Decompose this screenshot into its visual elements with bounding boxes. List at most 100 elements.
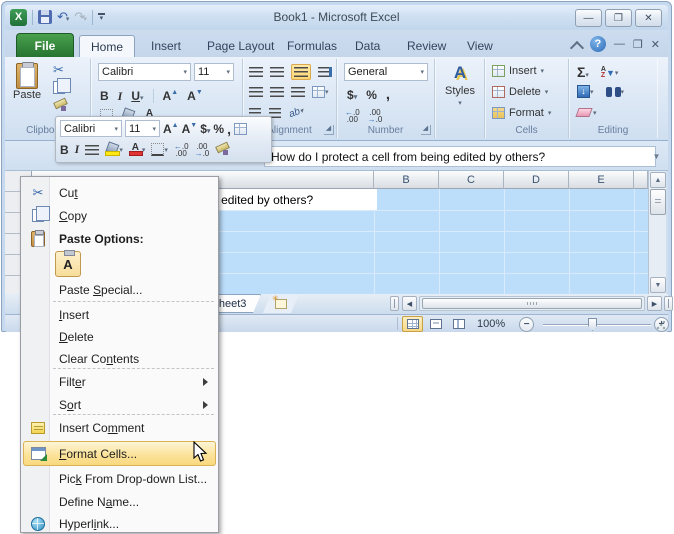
zoom-level[interactable]: 100% [477, 318, 505, 330]
scroll-right-icon[interactable]: ▶ [647, 296, 662, 311]
menu-item-copy[interactable]: Copy [23, 204, 216, 227]
italic-button[interactable]: I [118, 89, 123, 104]
number-format-combo[interactable]: General ▾ [344, 63, 428, 81]
mini-italic-button[interactable]: I [75, 142, 80, 157]
column-header-e[interactable]: E [569, 171, 634, 189]
cut-icon[interactable]: ✂ [53, 63, 69, 76]
copy-button[interactable]: ▾ [53, 78, 71, 94]
paste-button[interactable]: Paste [13, 62, 41, 101]
mini-merge-center-icon[interactable] [233, 122, 247, 135]
minimize-button[interactable]: — [575, 9, 602, 27]
scroll-left-icon[interactable]: ◀ [402, 296, 417, 311]
tab-home[interactable]: Home [79, 35, 135, 57]
scroll-up-icon[interactable]: ▲ [650, 172, 666, 188]
help-icon[interactable]: ? [589, 36, 606, 52]
mini-fill-color-button[interactable]: ▾ [105, 143, 123, 156]
align-middle-icon[interactable] [270, 67, 284, 77]
mini-bold-button[interactable]: B [60, 143, 69, 157]
autosum-button[interactable]: Σ▾ [577, 64, 589, 82]
grow-font-button[interactable]: A▲ [163, 89, 179, 103]
menu-item-delete[interactable]: Delete [23, 325, 216, 348]
bold-button[interactable]: B [100, 89, 109, 103]
menu-item-insert[interactable]: Insert [23, 303, 216, 326]
menu-item-define-name[interactable]: Define Name... [23, 490, 216, 513]
horizontal-scroll-thumb[interactable] [422, 298, 642, 309]
mini-font-size-combo[interactable]: 11 ▾ [125, 120, 160, 137]
align-left-icon[interactable] [249, 87, 263, 97]
formula-input[interactable]: How do I protect a cell from being edite… [264, 146, 656, 167]
mini-center-align-icon[interactable] [85, 144, 100, 155]
page-break-view-button[interactable] [448, 316, 469, 332]
zoom-slider-track[interactable] [543, 324, 651, 326]
sort-filter-button[interactable]: A Z ▼ ▾ [601, 66, 619, 79]
find-select-button[interactable]: ▾ [605, 86, 624, 97]
align-right-icon[interactable] [291, 87, 305, 97]
column-header-d[interactable]: D [504, 171, 569, 189]
collapse-ribbon-icon[interactable] [572, 41, 582, 47]
insert-cells-button[interactable]: Insert ▾ [492, 65, 544, 77]
mini-shrink-font-button[interactable]: A▼ [182, 122, 198, 136]
page-layout-view-button[interactable] [425, 316, 446, 332]
percent-button[interactable]: % [366, 88, 377, 102]
column-header-c[interactable]: C [439, 171, 504, 189]
clear-icon[interactable] [575, 108, 593, 117]
normal-view-button[interactable] [402, 316, 423, 332]
zoom-slider-thumb[interactable] [588, 318, 597, 331]
restore-button[interactable]: ❐ [605, 9, 632, 27]
mini-percent-button[interactable]: % [213, 122, 224, 136]
zoom-out-button[interactable]: − [519, 317, 534, 332]
paste-keep-text-button[interactable]: A [55, 250, 81, 277]
font-size-combo[interactable]: 11 ▾ [194, 63, 234, 81]
fill-button[interactable]: ↓ ▾ [577, 85, 594, 98]
menu-item-cut[interactable]: ✂ Cut [23, 181, 216, 204]
menu-item-paste-special[interactable]: Paste Special... [23, 278, 216, 301]
orientation-button[interactable]: ab▾ [288, 105, 306, 120]
workbook-minimize-icon[interactable]: — [614, 38, 625, 50]
shrink-font-button[interactable]: A▼ [187, 89, 203, 103]
resize-grip[interactable] [656, 320, 666, 330]
close-button[interactable]: ✕ [635, 9, 662, 27]
menu-item-format-cells[interactable]: Format Cells... [23, 442, 216, 465]
number-dialog-launcher[interactable]: ◢ [421, 125, 431, 135]
menu-item-filter[interactable]: Filter [23, 370, 216, 393]
workbook-restore-icon[interactable]: ❐ [633, 38, 643, 51]
format-cells-button[interactable]: Format ▾ [492, 107, 551, 119]
tab-data[interactable]: Data [345, 35, 390, 57]
align-center-icon[interactable] [270, 87, 284, 97]
mini-format-painter-icon[interactable] [215, 143, 229, 156]
tab-review[interactable]: Review [397, 35, 456, 57]
increase-decimal-icon[interactable]: ←.0.00 [345, 109, 360, 124]
styles-button[interactable]: A Styles ▾ [440, 63, 480, 107]
column-header-partial[interactable] [634, 171, 648, 189]
alignment-dialog-launcher[interactable]: ◢ [324, 125, 334, 135]
expand-formula-bar-icon[interactable]: ▼ [649, 148, 664, 165]
format-painter-icon[interactable] [53, 99, 66, 112]
currency-button[interactable]: $▾ [347, 88, 357, 102]
decrease-decimal-icon[interactable]: .00 →.0 [368, 109, 383, 124]
tab-view[interactable]: View [457, 35, 503, 57]
scroll-down-icon[interactable]: ▼ [650, 277, 666, 293]
font-name-combo[interactable]: Calibri ▾ [98, 63, 191, 81]
tab-file[interactable]: File [16, 33, 74, 57]
wrap-text-icon[interactable] [318, 67, 332, 77]
title-bar[interactable]: X ↶▾ ↷▾ ▾ Book1 - Microsoft Excel — ❐ ✕ [5, 5, 668, 30]
scrollbar-split-handle[interactable] [664, 296, 673, 311]
menu-item-insert-comment[interactable]: Insert Comment [23, 416, 216, 439]
tab-page-layout[interactable]: Page Layout [197, 35, 284, 57]
tab-formulas[interactable]: Formulas [277, 35, 347, 57]
mini-font-name-combo[interactable]: Calibri ▾ [60, 120, 122, 137]
tab-split-handle[interactable] [390, 296, 399, 311]
tab-insert[interactable]: Insert [141, 35, 191, 57]
mini-grow-font-button[interactable]: A▲ [163, 122, 179, 136]
mini-comma-button[interactable]: , [227, 121, 231, 137]
vertical-scroll-thumb[interactable] [650, 189, 666, 215]
mini-font-color-button[interactable]: A ▾ [128, 143, 145, 156]
menu-item-clear-contents[interactable]: Clear Contents [23, 347, 216, 370]
workbook-close-icon[interactable]: ✕ [651, 38, 660, 51]
align-bottom-icon[interactable] [291, 64, 311, 80]
align-top-icon[interactable] [249, 67, 263, 77]
delete-cells-button[interactable]: Delete ▾ [492, 86, 548, 98]
mini-borders-button[interactable]: ▾ [151, 143, 168, 156]
mini-increase-decimal-icon[interactable]: ←.0.00 [174, 142, 189, 157]
column-header-b[interactable]: B [374, 171, 439, 189]
